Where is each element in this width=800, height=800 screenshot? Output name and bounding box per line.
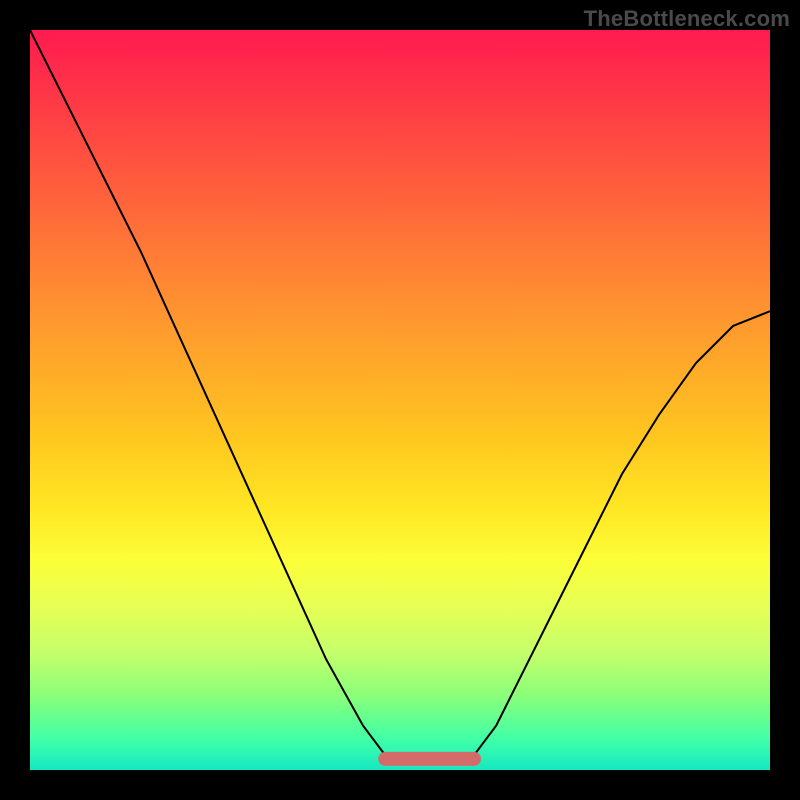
chart-frame: TheBottleneck.com xyxy=(0,0,800,800)
bottleneck-curve-line xyxy=(30,30,770,763)
plot-area xyxy=(30,30,770,770)
curve-svg xyxy=(30,30,770,770)
watermark-text: TheBottleneck.com xyxy=(584,6,790,32)
